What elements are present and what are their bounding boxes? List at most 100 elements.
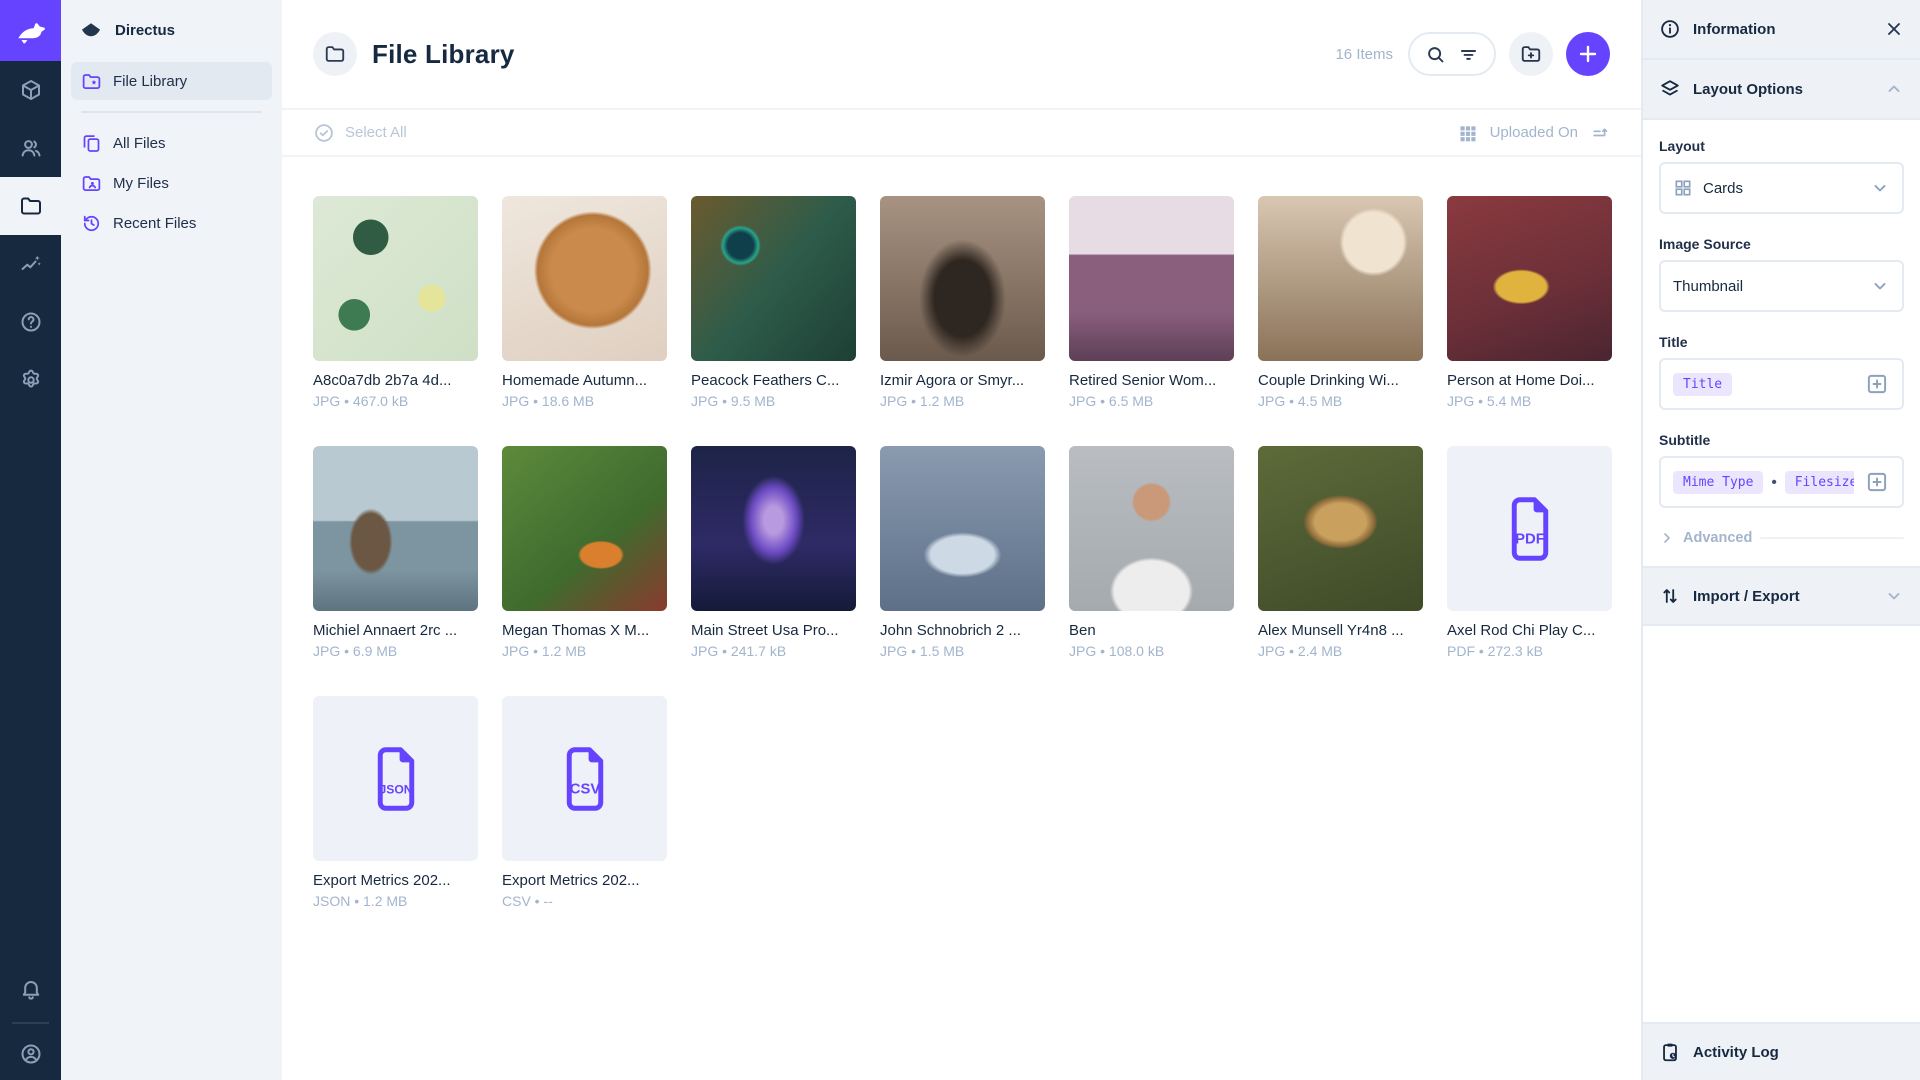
chip-separator: • bbox=[1771, 474, 1776, 491]
file-card[interactable]: Alex Munsell Yr4n8 ...JPG • 2.4 MB bbox=[1258, 446, 1423, 659]
advanced-toggle[interactable]: Advanced bbox=[1659, 530, 1904, 546]
file-card[interactable]: Couple Drinking Wi...JPG • 4.5 MB bbox=[1258, 196, 1423, 409]
file-card[interactable]: JSONExport Metrics 202...JSON • 1.2 MB bbox=[313, 696, 478, 909]
file-image-thumbnail bbox=[1069, 196, 1234, 361]
advanced-label: Advanced bbox=[1683, 530, 1752, 546]
image-source-select[interactable]: Thumbnail bbox=[1659, 260, 1904, 312]
information-header: Information bbox=[1643, 0, 1920, 60]
file-meta: JPG • 9.5 MB bbox=[691, 393, 856, 409]
items-count: 16 Items bbox=[1335, 46, 1393, 63]
file-image-thumbnail bbox=[313, 196, 478, 361]
select-all-button[interactable]: Select All bbox=[313, 122, 407, 144]
content-module-button[interactable] bbox=[0, 61, 61, 119]
layout-select[interactable]: Cards bbox=[1659, 162, 1904, 214]
user-menu-button[interactable] bbox=[0, 1028, 61, 1080]
user-circle-icon bbox=[19, 1042, 43, 1066]
module-bar bbox=[0, 0, 61, 1080]
panel-spacer bbox=[1643, 626, 1920, 1022]
nav-divider bbox=[81, 111, 262, 113]
image-source-select-value: Thumbnail bbox=[1673, 278, 1743, 295]
main-content: File Library 16 Items bbox=[282, 0, 1641, 1080]
sidebar-item-my-files[interactable]: My Files bbox=[71, 164, 272, 202]
insights-module-button[interactable] bbox=[0, 235, 61, 293]
bell-icon bbox=[19, 977, 43, 1001]
history-icon bbox=[81, 213, 102, 234]
close-icon[interactable] bbox=[1884, 19, 1904, 39]
gear-icon bbox=[19, 368, 43, 392]
file-card[interactable]: PDFAxel Rod Chi Play C...PDF • 272.3 kB bbox=[1447, 446, 1612, 659]
layout-select-value: Cards bbox=[1703, 180, 1743, 197]
file-image-thumbnail bbox=[1069, 446, 1234, 611]
file-title: Megan Thomas X M... bbox=[502, 622, 667, 639]
filter-icon[interactable] bbox=[1458, 44, 1479, 65]
file-card[interactable]: Main Street Usa Pro...JPG • 241.7 kB bbox=[691, 446, 856, 659]
header-actions: 16 Items bbox=[1335, 32, 1610, 76]
users-module-button[interactable] bbox=[0, 119, 61, 177]
page-title-icon-circle[interactable] bbox=[313, 32, 357, 76]
add-file-button[interactable] bbox=[1566, 32, 1610, 76]
file-title: Person at Home Doi... bbox=[1447, 372, 1612, 389]
help-module-button[interactable] bbox=[0, 293, 61, 351]
insights-icon bbox=[19, 252, 43, 276]
file-card[interactable]: Izmir Agora or Smyr...JPG • 1.2 MB bbox=[880, 196, 1045, 409]
rabbit-icon bbox=[13, 13, 49, 49]
file-card[interactable]: Homemade Autumn...JPG • 18.6 MB bbox=[502, 196, 667, 409]
file-card[interactable]: Ben JPG • 108.0 kB bbox=[1069, 446, 1234, 659]
settings-module-button[interactable] bbox=[0, 351, 61, 409]
folder-icon bbox=[324, 43, 346, 65]
module-bar-spacer bbox=[0, 409, 61, 960]
file-card[interactable]: John Schnobrich 2 ...JPG • 1.5 MB bbox=[880, 446, 1045, 659]
notifications-button[interactable] bbox=[0, 960, 61, 1018]
plus-icon bbox=[1576, 42, 1600, 66]
activity-log-label: Activity Log bbox=[1693, 1044, 1779, 1061]
new-folder-button[interactable] bbox=[1509, 32, 1553, 76]
file-meta: JPG • 1.2 MB bbox=[880, 393, 1045, 409]
file-card[interactable]: Person at Home Doi...JPG • 5.4 MB bbox=[1447, 196, 1612, 409]
field-chip[interactable]: Filesize bbox=[1785, 471, 1854, 494]
layout-options-accordion[interactable]: Layout Options bbox=[1643, 60, 1920, 120]
file-doc-thumbnail: JSON bbox=[313, 696, 478, 861]
sort-icon[interactable] bbox=[1590, 123, 1610, 143]
file-grid: A8c0a7db 2b7a 4d...JPG • 467.0 kBHomemad… bbox=[282, 157, 1641, 948]
file-meta: JPG • 108.0 kB bbox=[1069, 643, 1234, 659]
directus-logo[interactable] bbox=[0, 0, 61, 61]
file-card[interactable]: Megan Thomas X M... JPG • 1.2 MB bbox=[502, 446, 667, 659]
title-field[interactable]: Title bbox=[1659, 358, 1904, 410]
file-card[interactable]: Retired Senior Wom...JPG • 6.5 MB bbox=[1069, 196, 1234, 409]
file-title: Homemade Autumn... bbox=[502, 372, 667, 389]
import-export-accordion[interactable]: Import / Export bbox=[1643, 566, 1920, 626]
sidebar-item-recent-files[interactable]: Recent Files bbox=[71, 204, 272, 242]
import-export-title: Import / Export bbox=[1693, 588, 1800, 605]
file-image-thumbnail bbox=[880, 196, 1045, 361]
file-card[interactable]: Michiel Annaert 2rc ...JPG • 6.9 MB bbox=[313, 446, 478, 659]
file-meta: PDF • 272.3 kB bbox=[1447, 643, 1612, 659]
project-name: Directus bbox=[115, 22, 175, 39]
select-all-label: Select All bbox=[345, 124, 407, 141]
files-module-button[interactable] bbox=[0, 177, 61, 235]
field-chip[interactable]: Title bbox=[1673, 373, 1732, 396]
file-title: Ben bbox=[1069, 622, 1234, 639]
sort-field-label[interactable]: Uploaded On bbox=[1490, 124, 1578, 141]
sidebar-item-file-library[interactable]: File Library bbox=[71, 62, 272, 100]
add-field-icon[interactable] bbox=[1864, 371, 1890, 397]
help-icon bbox=[19, 310, 43, 334]
file-meta: JPG • 1.2 MB bbox=[502, 643, 667, 659]
chevron-up-icon bbox=[1884, 79, 1904, 99]
field-chip[interactable]: Mime Type bbox=[1673, 471, 1763, 494]
file-doc-thumbnail: CSV bbox=[502, 696, 667, 861]
search-bar[interactable] bbox=[1408, 32, 1496, 76]
search-icon[interactable] bbox=[1425, 44, 1446, 65]
subtitle-field[interactable]: Mime Type • Filesize bbox=[1659, 456, 1904, 508]
file-card[interactable]: CSVExport Metrics 202...CSV • -- bbox=[502, 696, 667, 909]
grid-icon[interactable] bbox=[1458, 123, 1478, 143]
project-header[interactable]: Directus bbox=[61, 0, 282, 61]
file-title: Export Metrics 202... bbox=[502, 872, 667, 889]
file-card[interactable]: A8c0a7db 2b7a 4d...JPG • 467.0 kB bbox=[313, 196, 478, 409]
file-card[interactable]: Peacock Feathers C... JPG • 9.5 MB bbox=[691, 196, 856, 409]
check-circle-icon bbox=[313, 122, 335, 144]
sidebar-item-all-files[interactable]: All Files bbox=[71, 124, 272, 162]
activity-log-button[interactable]: Activity Log bbox=[1643, 1022, 1920, 1080]
add-field-icon[interactable] bbox=[1864, 469, 1890, 495]
nav-sidebar: Directus File Library All Files My Files bbox=[61, 0, 282, 1080]
file-title: Peacock Feathers C... bbox=[691, 372, 856, 389]
